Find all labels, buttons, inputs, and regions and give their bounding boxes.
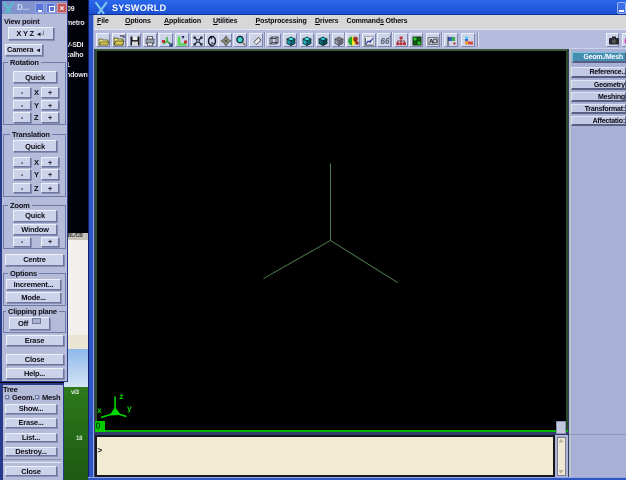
svg-text:z: z: [119, 393, 124, 402]
svg-text:y: y: [127, 405, 132, 414]
svg-text:66: 66: [380, 37, 389, 46]
svg-text:x: x: [97, 407, 102, 416]
